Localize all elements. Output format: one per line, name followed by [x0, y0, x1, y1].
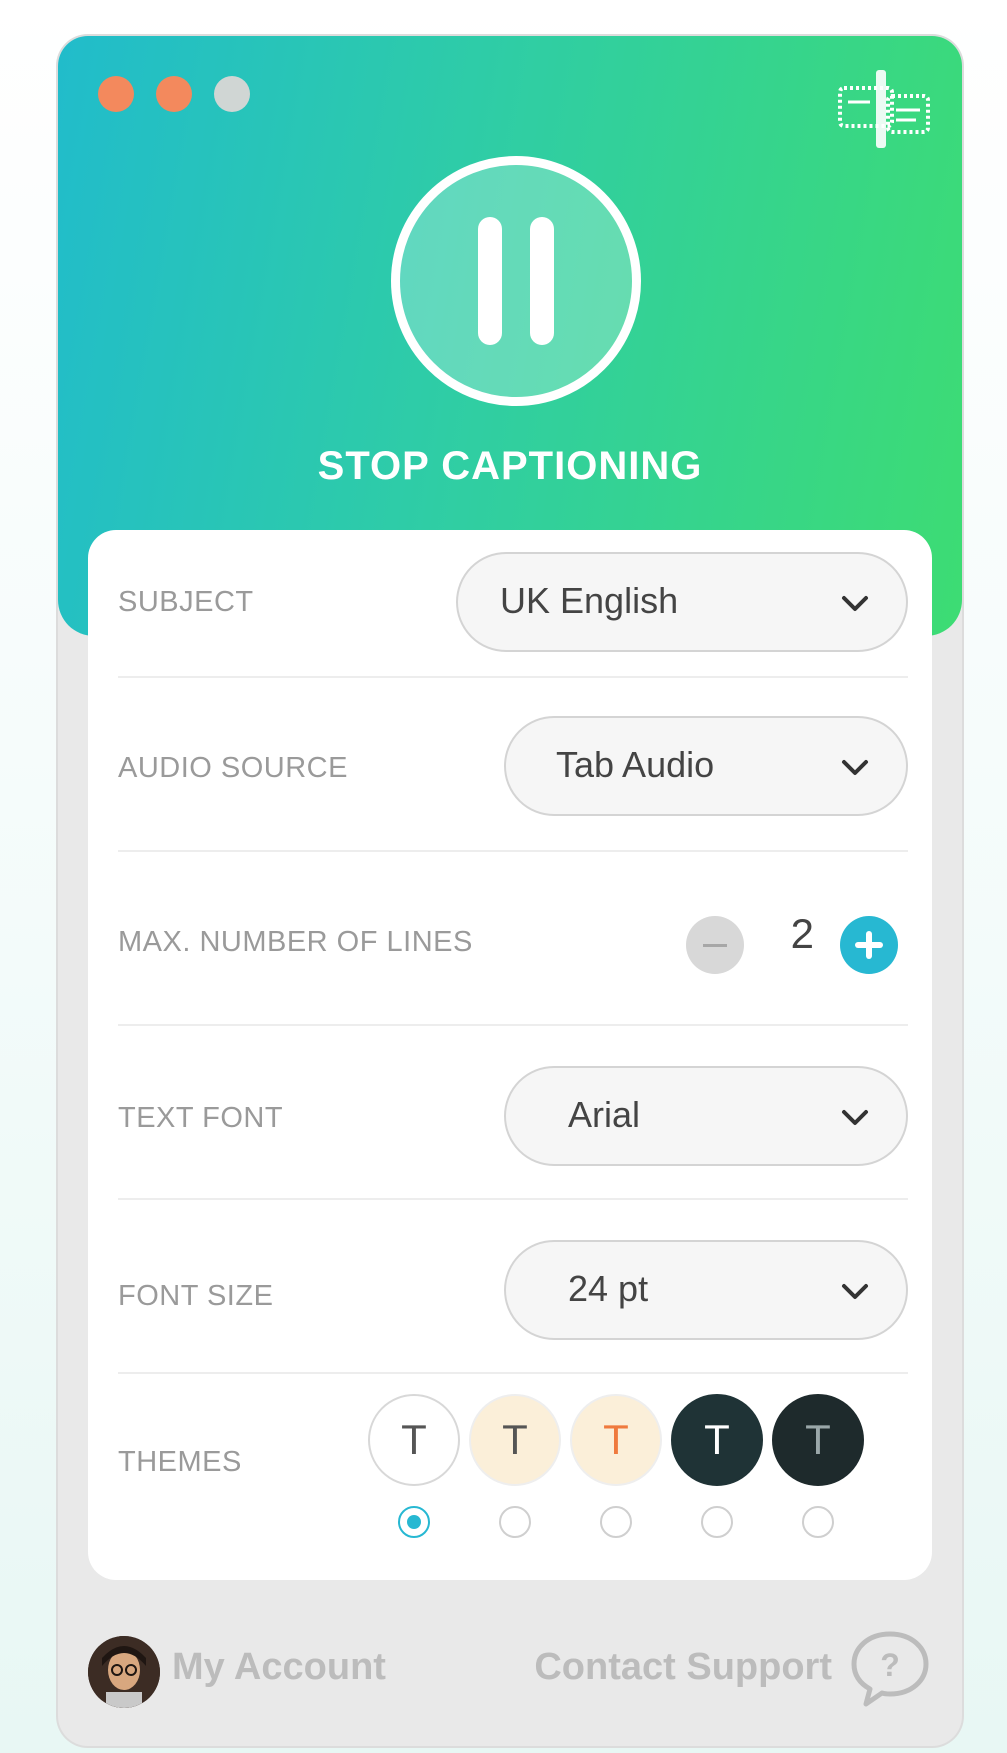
increase-lines-button[interactable] — [840, 916, 898, 974]
theme-swatch-2[interactable]: T — [469, 1394, 561, 1486]
theme-radio-2[interactable] — [499, 1506, 531, 1538]
audio-source-label: AUDIO SOURCE — [118, 752, 348, 784]
font-size-label: FONT SIZE — [118, 1280, 274, 1312]
themes-row: THEMES TTTTT — [118, 1374, 908, 1564]
theme-swatch-5[interactable]: T — [772, 1394, 864, 1486]
svg-text:?: ? — [880, 1647, 900, 1683]
themes-label: THEMES — [118, 1446, 242, 1478]
text-font-label: TEXT FONT — [118, 1102, 284, 1134]
subject-value: UK English — [500, 580, 679, 621]
radio-selected-dot — [407, 1515, 421, 1529]
chevron-down-icon — [842, 596, 868, 611]
theme-swatch-3[interactable]: T — [570, 1394, 662, 1486]
stop-captioning-label[interactable]: STOP CAPTIONING — [58, 444, 962, 489]
theme-swatch-1[interactable]: T — [368, 1394, 460, 1486]
subject-row: SUBJECT UK English — [118, 530, 908, 678]
pause-icon — [478, 217, 502, 345]
audio-source-row: AUDIO SOURCE Tab Audio — [118, 678, 908, 852]
caption-window-icon[interactable] — [836, 66, 932, 152]
subject-label: SUBJECT — [118, 586, 254, 618]
max-lines-stepper: 2 — [678, 910, 898, 974]
chevron-down-icon — [842, 1110, 868, 1125]
font-size-select[interactable]: 24 pt — [504, 1240, 908, 1340]
pause-icon-bar — [530, 217, 554, 345]
max-lines-label: MAX. NUMBER OF LINES — [118, 926, 473, 958]
theme-radio-1[interactable] — [398, 1506, 430, 1538]
subject-select[interactable]: UK English — [456, 552, 908, 652]
chevron-down-icon — [842, 1284, 868, 1299]
avatar[interactable] — [88, 1636, 160, 1708]
plus-icon-vertical — [866, 931, 872, 959]
text-font-row: TEXT FONT Arial — [118, 1026, 908, 1200]
theme-radio-3[interactable] — [600, 1506, 632, 1538]
text-font-select[interactable]: Arial — [504, 1066, 908, 1166]
settings-card: SUBJECT UK English AUDIO SOURCE Tab Audi… — [88, 530, 932, 1580]
theme-radio-5[interactable] — [802, 1506, 834, 1538]
theme-radio-4[interactable] — [701, 1506, 733, 1538]
minimize-window-button[interactable] — [156, 76, 192, 112]
audio-source-select[interactable]: Tab Audio — [504, 716, 908, 816]
stop-captioning-button[interactable] — [391, 156, 641, 406]
chevron-down-icon — [842, 760, 868, 775]
font-size-value: 24 pt — [568, 1268, 649, 1309]
text-font-value: Arial — [568, 1094, 641, 1135]
contact-support-link[interactable]: Contact Support — [534, 1646, 832, 1689]
max-lines-value: 2 — [790, 910, 814, 957]
help-icon[interactable]: ? — [848, 1626, 932, 1710]
theme-swatch-4[interactable]: T — [671, 1394, 763, 1486]
max-lines-row: MAX. NUMBER OF LINES 2 — [118, 852, 908, 1026]
caption-panel: STOP CAPTIONING SUBJECT UK English AUDIO… — [58, 36, 962, 1746]
footer: My Account Contact Support ? — [58, 1626, 962, 1726]
window-controls — [98, 76, 250, 112]
maximize-window-button[interactable] — [214, 76, 250, 112]
decrease-lines-button[interactable] — [686, 916, 744, 974]
close-window-button[interactable] — [98, 76, 134, 112]
audio-source-value: Tab Audio — [556, 744, 715, 785]
user-avatar-icon — [88, 1636, 160, 1708]
my-account-link[interactable]: My Account — [172, 1646, 386, 1689]
minus-icon — [703, 944, 727, 947]
font-size-row: FONT SIZE 24 pt — [118, 1200, 908, 1374]
